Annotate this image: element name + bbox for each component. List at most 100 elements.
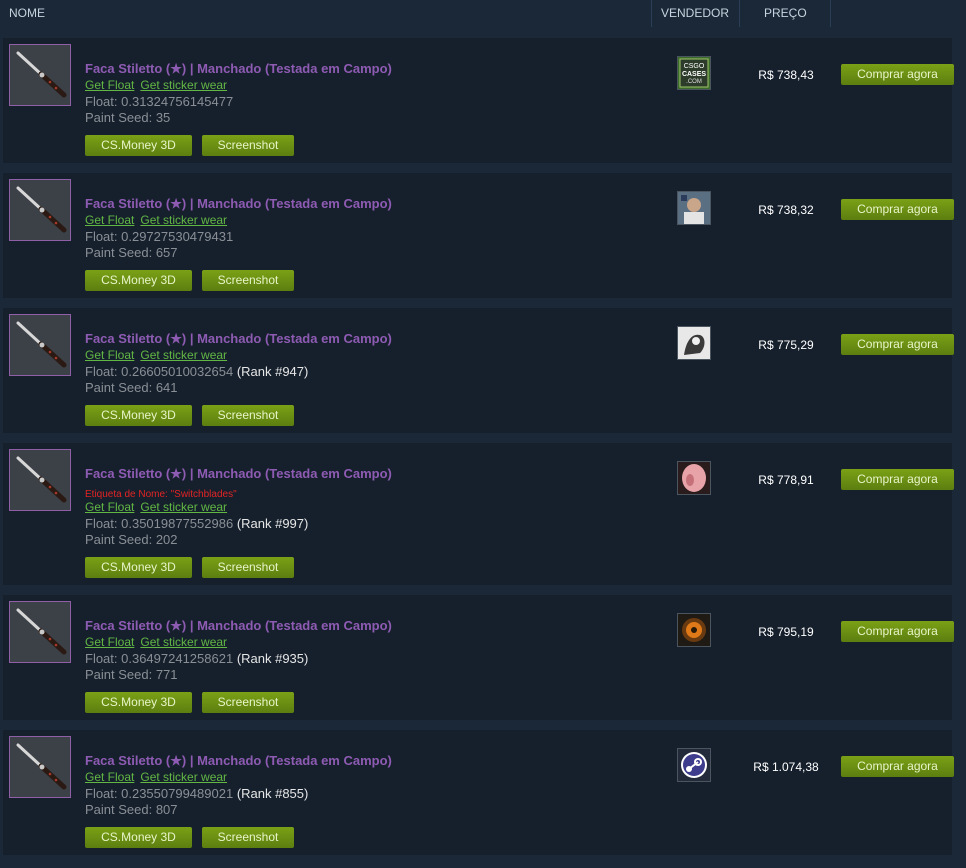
- table-row: Faca Stiletto (★) | Manchado (Testada em…: [3, 173, 954, 298]
- float-links: Get Float Get sticker wear: [85, 348, 233, 362]
- table-header: NOME VENDEDOR PREÇO: [0, 0, 966, 27]
- knife-thumbnail-icon[interactable]: [9, 44, 71, 106]
- get-float-link[interactable]: Get Float: [85, 213, 134, 227]
- table-row: Faca Stiletto (★) | Manchado (Testada em…: [3, 38, 954, 163]
- column-seller[interactable]: VENDEDOR: [661, 0, 729, 27]
- csmoney-3d-button[interactable]: CS.Money 3D: [85, 557, 192, 578]
- get-sticker-wear-link[interactable]: Get sticker wear: [140, 770, 227, 784]
- knife-thumbnail-icon[interactable]: [9, 179, 71, 241]
- float-links: Get Float Get sticker wear: [85, 78, 233, 92]
- item-title[interactable]: Faca Stiletto (★) | Manchado (Testada em…: [85, 196, 392, 212]
- buy-now-button[interactable]: Comprar agora: [841, 756, 954, 777]
- svg-text:CASES: CASES: [682, 71, 706, 78]
- float-value: Float: 0.35019877552986 (Rank #997): [85, 516, 308, 531]
- paint-seed: Paint Seed: 807: [85, 802, 178, 817]
- buy-now-button[interactable]: Comprar agora: [841, 621, 954, 642]
- screenshot-button[interactable]: Screenshot: [202, 557, 294, 578]
- knife-thumbnail-icon[interactable]: [9, 601, 71, 663]
- rank-badge: (Rank #855): [236, 786, 309, 801]
- item-title[interactable]: Faca Stiletto (★) | Manchado (Testada em…: [85, 466, 392, 482]
- get-float-link[interactable]: Get Float: [85, 770, 134, 784]
- paint-seed: Paint Seed: 641: [85, 380, 178, 395]
- rank-badge: (Rank #997): [236, 516, 309, 531]
- seed-label: Paint Seed:: [85, 532, 156, 547]
- item-price: R$ 795,19: [758, 625, 814, 639]
- column-divider: [739, 0, 740, 27]
- float-value: Float: 0.26605010032654 (Rank #947): [85, 364, 308, 379]
- seller-avatar[interactable]: [677, 191, 711, 225]
- seed-label: Paint Seed:: [85, 667, 156, 682]
- float-label: Float:: [85, 651, 122, 666]
- float-links: Get Float Get sticker wear: [85, 635, 233, 649]
- float-value: Float: 0.36497241258621 (Rank #935): [85, 651, 308, 666]
- csmoney-3d-button[interactable]: CS.Money 3D: [85, 405, 192, 426]
- item-title[interactable]: Faca Stiletto (★) | Manchado (Testada em…: [85, 618, 392, 634]
- float-label: Float:: [85, 229, 122, 244]
- buy-now-button[interactable]: Comprar agora: [841, 64, 954, 85]
- rank-badge: (Rank #947): [236, 364, 309, 379]
- knife-thumbnail-icon[interactable]: [9, 314, 71, 376]
- csmoney-3d-button[interactable]: CS.Money 3D: [85, 692, 192, 713]
- screenshot-button[interactable]: Screenshot: [202, 405, 294, 426]
- item-price: R$ 1.074,38: [753, 760, 819, 774]
- knife-thumbnail-icon[interactable]: [9, 736, 71, 798]
- csmoney-3d-button[interactable]: CS.Money 3D: [85, 270, 192, 291]
- float-links: Get Float Get sticker wear: [85, 500, 233, 514]
- item-title[interactable]: Faca Stiletto (★) | Manchado (Testada em…: [85, 61, 392, 77]
- svg-text:CSGO: CSGO: [684, 63, 705, 70]
- item-price: R$ 775,29: [758, 338, 814, 352]
- item-title[interactable]: Faca Stiletto (★) | Manchado (Testada em…: [85, 753, 392, 769]
- item-title[interactable]: Faca Stiletto (★) | Manchado (Testada em…: [85, 331, 392, 347]
- get-float-link[interactable]: Get Float: [85, 635, 134, 649]
- screenshot-button[interactable]: Screenshot: [202, 135, 294, 156]
- column-divider: [651, 0, 652, 27]
- paint-seed: Paint Seed: 202: [85, 532, 178, 547]
- screenshot-button[interactable]: Screenshot: [202, 827, 294, 848]
- float-links: Get Float Get sticker wear: [85, 770, 233, 784]
- get-sticker-wear-link[interactable]: Get sticker wear: [140, 78, 227, 92]
- item-price: R$ 778,91: [758, 473, 814, 487]
- paint-seed: Paint Seed: 35: [85, 110, 170, 125]
- get-sticker-wear-link[interactable]: Get sticker wear: [140, 213, 227, 227]
- seller-avatar[interactable]: CSGO CASES .COM: [677, 56, 711, 90]
- seller-avatar[interactable]: [677, 613, 711, 647]
- svg-text:.COM: .COM: [686, 79, 702, 85]
- seller-avatar[interactable]: [677, 748, 711, 782]
- get-float-link[interactable]: Get Float: [85, 348, 134, 362]
- seed-number: 807: [155, 802, 178, 817]
- table-row: Faca Stiletto (★) | Manchado (Testada em…: [3, 730, 954, 855]
- float-label: Float:: [85, 94, 122, 109]
- float-value: Float: 0.31324756145477: [85, 94, 233, 109]
- table-row: Faca Stiletto (★) | Manchado (Testada em…: [3, 443, 954, 585]
- float-label: Float:: [85, 516, 122, 531]
- buy-now-button[interactable]: Comprar agora: [841, 199, 954, 220]
- get-float-link[interactable]: Get Float: [85, 78, 134, 92]
- screenshot-button[interactable]: Screenshot: [202, 692, 294, 713]
- buy-now-button[interactable]: Comprar agora: [841, 334, 954, 355]
- screenshot-button[interactable]: Screenshot: [202, 270, 294, 291]
- paint-seed: Paint Seed: 657: [85, 245, 178, 260]
- seller-avatar[interactable]: [677, 461, 711, 495]
- float-number: 0.23550799489021: [121, 786, 234, 801]
- column-name[interactable]: NOME: [9, 0, 45, 27]
- nametag-label: Etiqueta de Nome: "Switchblades": [85, 489, 237, 500]
- float-value: Float: 0.29727530479431: [85, 229, 233, 244]
- seed-label: Paint Seed:: [85, 380, 156, 395]
- column-price[interactable]: PREÇO: [764, 0, 807, 27]
- seller-avatar[interactable]: [677, 326, 711, 360]
- get-sticker-wear-link[interactable]: Get sticker wear: [140, 635, 227, 649]
- float-number: 0.26605010032654: [121, 364, 234, 379]
- get-sticker-wear-link[interactable]: Get sticker wear: [140, 348, 227, 362]
- csmoney-3d-button[interactable]: CS.Money 3D: [85, 135, 192, 156]
- float-value: Float: 0.23550799489021 (Rank #855): [85, 786, 308, 801]
- csmoney-3d-button[interactable]: CS.Money 3D: [85, 827, 192, 848]
- get-sticker-wear-link[interactable]: Get sticker wear: [140, 500, 227, 514]
- knife-thumbnail-icon[interactable]: [9, 449, 71, 511]
- rank-badge: (Rank #935): [236, 651, 309, 666]
- seed-number: 771: [155, 667, 178, 682]
- seed-label: Paint Seed:: [85, 245, 156, 260]
- buy-now-button[interactable]: Comprar agora: [841, 469, 954, 490]
- float-label: Float:: [85, 364, 122, 379]
- get-float-link[interactable]: Get Float: [85, 500, 134, 514]
- float-number: 0.35019877552986: [121, 516, 234, 531]
